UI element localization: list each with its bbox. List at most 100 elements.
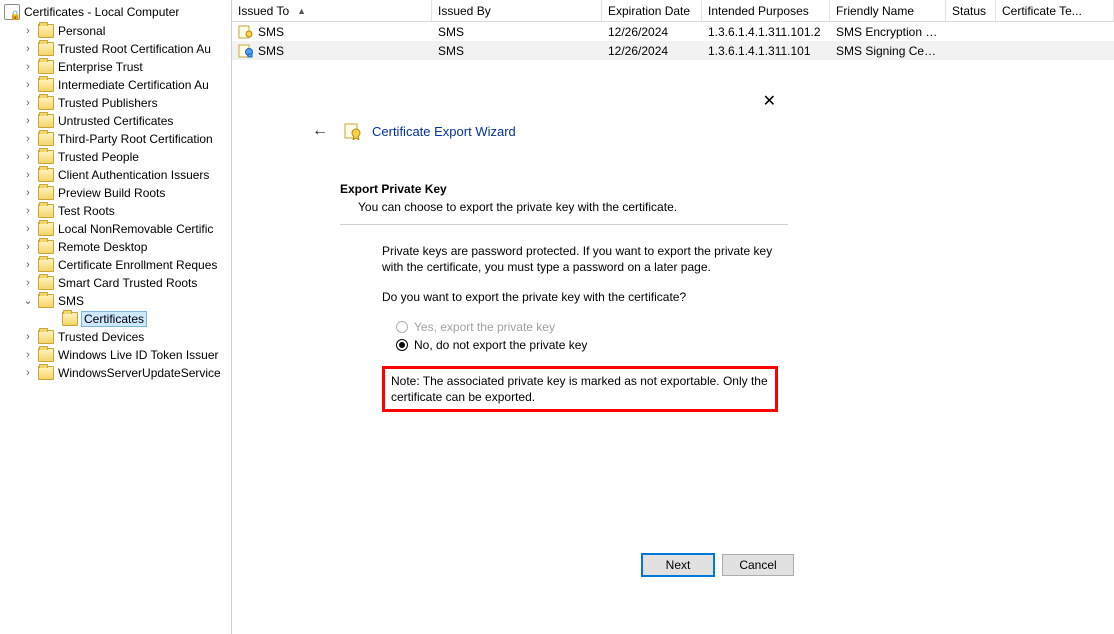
chevron-right-icon[interactable] bbox=[22, 368, 34, 379]
chevron-right-icon[interactable] bbox=[22, 26, 34, 37]
tree-item-label: Smart Card Trusted Roots bbox=[58, 276, 197, 290]
tree-item[interactable]: Trusted Root Certification Au bbox=[0, 40, 231, 58]
cell-friendly: SMS Signing Certifi... bbox=[830, 43, 946, 59]
chevron-right-icon[interactable] bbox=[22, 62, 34, 73]
tree-item-label: Enterprise Trust bbox=[58, 60, 143, 74]
tree-root[interactable]: Certificates - Local Computer bbox=[0, 2, 231, 22]
chevron-right-icon[interactable] bbox=[22, 242, 34, 253]
tree-item[interactable]: Preview Build Roots bbox=[0, 184, 231, 202]
col-header-issued-to[interactable]: Issued To ▲ bbox=[232, 0, 432, 21]
folder-icon bbox=[38, 366, 54, 380]
cell-friendly: SMS Encryption Cer... bbox=[830, 24, 946, 40]
tree-item[interactable]: Third-Party Root Certification bbox=[0, 130, 231, 148]
tree-item-label: Certificate Enrollment Reques bbox=[58, 258, 217, 272]
tree-item-label: Third-Party Root Certification bbox=[58, 132, 213, 146]
tree-item[interactable]: SMS bbox=[0, 292, 231, 310]
folder-icon bbox=[38, 78, 54, 92]
col-header-issued-by[interactable]: Issued By bbox=[432, 0, 602, 21]
col-header-friendly[interactable]: Friendly Name bbox=[830, 0, 946, 21]
tree-item[interactable]: Trusted Publishers bbox=[0, 94, 231, 112]
tree-item[interactable]: Certificate Enrollment Reques bbox=[0, 256, 231, 274]
folder-icon bbox=[38, 330, 54, 344]
wizard-title: Certificate Export Wizard bbox=[372, 124, 516, 139]
tree-item[interactable]: Local NonRemovable Certific bbox=[0, 220, 231, 238]
tree-item-label: Client Authentication Issuers bbox=[58, 168, 209, 182]
certificate-icon bbox=[238, 25, 254, 39]
chevron-right-icon[interactable] bbox=[22, 260, 34, 271]
certificate-key-icon bbox=[238, 44, 254, 58]
radio-icon bbox=[396, 321, 408, 333]
wizard-paragraph-1: Private keys are password protected. If … bbox=[382, 243, 778, 275]
tree-item[interactable]: Intermediate Certification Au bbox=[0, 76, 231, 94]
cert-list-row[interactable]: SMSSMS12/26/20241.3.6.1.4.1.311.101.2SMS… bbox=[232, 22, 1114, 41]
chevron-down-icon[interactable] bbox=[22, 296, 34, 307]
tree-item-label: Trusted Root Certification Au bbox=[58, 42, 211, 56]
tree-item-label: Intermediate Certification Au bbox=[58, 78, 209, 92]
sort-asc-icon: ▲ bbox=[297, 6, 306, 16]
folder-icon bbox=[38, 132, 54, 146]
cell-template bbox=[996, 50, 1114, 52]
chevron-right-icon[interactable] bbox=[22, 152, 34, 163]
next-button[interactable]: Next bbox=[642, 554, 714, 576]
tree-item[interactable]: Trusted People bbox=[0, 148, 231, 166]
tree-item[interactable]: Smart Card Trusted Roots bbox=[0, 274, 231, 292]
cell-issued_by: SMS bbox=[432, 24, 602, 40]
chevron-right-icon[interactable] bbox=[22, 134, 34, 145]
radio-no-export[interactable]: No, do not export the private key bbox=[396, 338, 778, 352]
tree-item-label: Trusted People bbox=[58, 150, 139, 164]
tree-item[interactable]: Untrusted Certificates bbox=[0, 112, 231, 130]
folder-icon bbox=[38, 276, 54, 290]
chevron-right-icon[interactable] bbox=[22, 116, 34, 127]
back-button[interactable]: ← bbox=[306, 120, 334, 142]
section-title: Export Private Key bbox=[340, 182, 788, 196]
chevron-right-icon[interactable] bbox=[22, 188, 34, 199]
tree-item[interactable]: Personal bbox=[0, 22, 231, 40]
chevron-right-icon[interactable] bbox=[22, 332, 34, 343]
folder-icon bbox=[38, 294, 54, 308]
folder-icon bbox=[38, 240, 54, 254]
col-header-status[interactable]: Status bbox=[946, 0, 996, 21]
tree-item-label: Windows Live ID Token Issuer bbox=[58, 348, 219, 362]
tree-item[interactable]: WindowsServerUpdateService bbox=[0, 364, 231, 382]
cell-purposes: 1.3.6.1.4.1.311.101.2 bbox=[702, 24, 830, 40]
tree-item[interactable]: Enterprise Trust bbox=[0, 58, 231, 76]
tree-item[interactable]: Certificates bbox=[0, 310, 231, 328]
certificate-export-wizard: ✕ ← Certificate Export Wizard Export Pri… bbox=[272, 72, 828, 598]
chevron-right-icon[interactable] bbox=[22, 278, 34, 289]
tree-item[interactable]: Remote Desktop bbox=[0, 238, 231, 256]
col-header-purposes[interactable]: Intended Purposes bbox=[702, 0, 830, 21]
chevron-right-icon[interactable] bbox=[22, 206, 34, 217]
cell-status bbox=[946, 31, 996, 33]
folder-icon bbox=[38, 42, 54, 56]
tree-item-label: Remote Desktop bbox=[58, 240, 147, 254]
close-button[interactable]: ✕ bbox=[755, 90, 784, 114]
tree-item-label: Untrusted Certificates bbox=[58, 114, 173, 128]
folder-icon bbox=[38, 168, 54, 182]
chevron-right-icon[interactable] bbox=[22, 350, 34, 361]
tree-item[interactable]: Windows Live ID Token Issuer bbox=[0, 346, 231, 364]
col-header-template[interactable]: Certificate Te... bbox=[996, 0, 1114, 21]
tree-item-label: Trusted Devices bbox=[58, 330, 144, 344]
cell-purposes: 1.3.6.1.4.1.311.101 bbox=[702, 43, 830, 59]
col-header-expiration[interactable]: Expiration Date bbox=[602, 0, 702, 21]
tree-item-label: Local NonRemovable Certific bbox=[58, 222, 213, 236]
cell-issued_by: SMS bbox=[432, 43, 602, 59]
chevron-right-icon[interactable] bbox=[22, 98, 34, 109]
tree-item[interactable]: Client Authentication Issuers bbox=[0, 166, 231, 184]
chevron-right-icon[interactable] bbox=[22, 80, 34, 91]
tree-item-label: Test Roots bbox=[58, 204, 115, 218]
tree-item[interactable]: Trusted Devices bbox=[0, 328, 231, 346]
chevron-right-icon[interactable] bbox=[22, 170, 34, 181]
chevron-right-icon[interactable] bbox=[22, 224, 34, 235]
chevron-right-icon[interactable] bbox=[22, 44, 34, 55]
folder-icon bbox=[38, 24, 54, 38]
divider bbox=[340, 224, 788, 225]
radio-no-label: No, do not export the private key bbox=[414, 338, 587, 352]
cert-list-row[interactable]: SMSSMS12/26/20241.3.6.1.4.1.311.101SMS S… bbox=[232, 41, 1114, 60]
cancel-button[interactable]: Cancel bbox=[722, 554, 794, 576]
certificate-wizard-icon bbox=[344, 122, 362, 140]
tree-item[interactable]: Test Roots bbox=[0, 202, 231, 220]
cell-expiration: 12/26/2024 bbox=[602, 24, 702, 40]
radio-icon bbox=[396, 339, 408, 351]
radio-yes-export: Yes, export the private key bbox=[396, 320, 778, 334]
